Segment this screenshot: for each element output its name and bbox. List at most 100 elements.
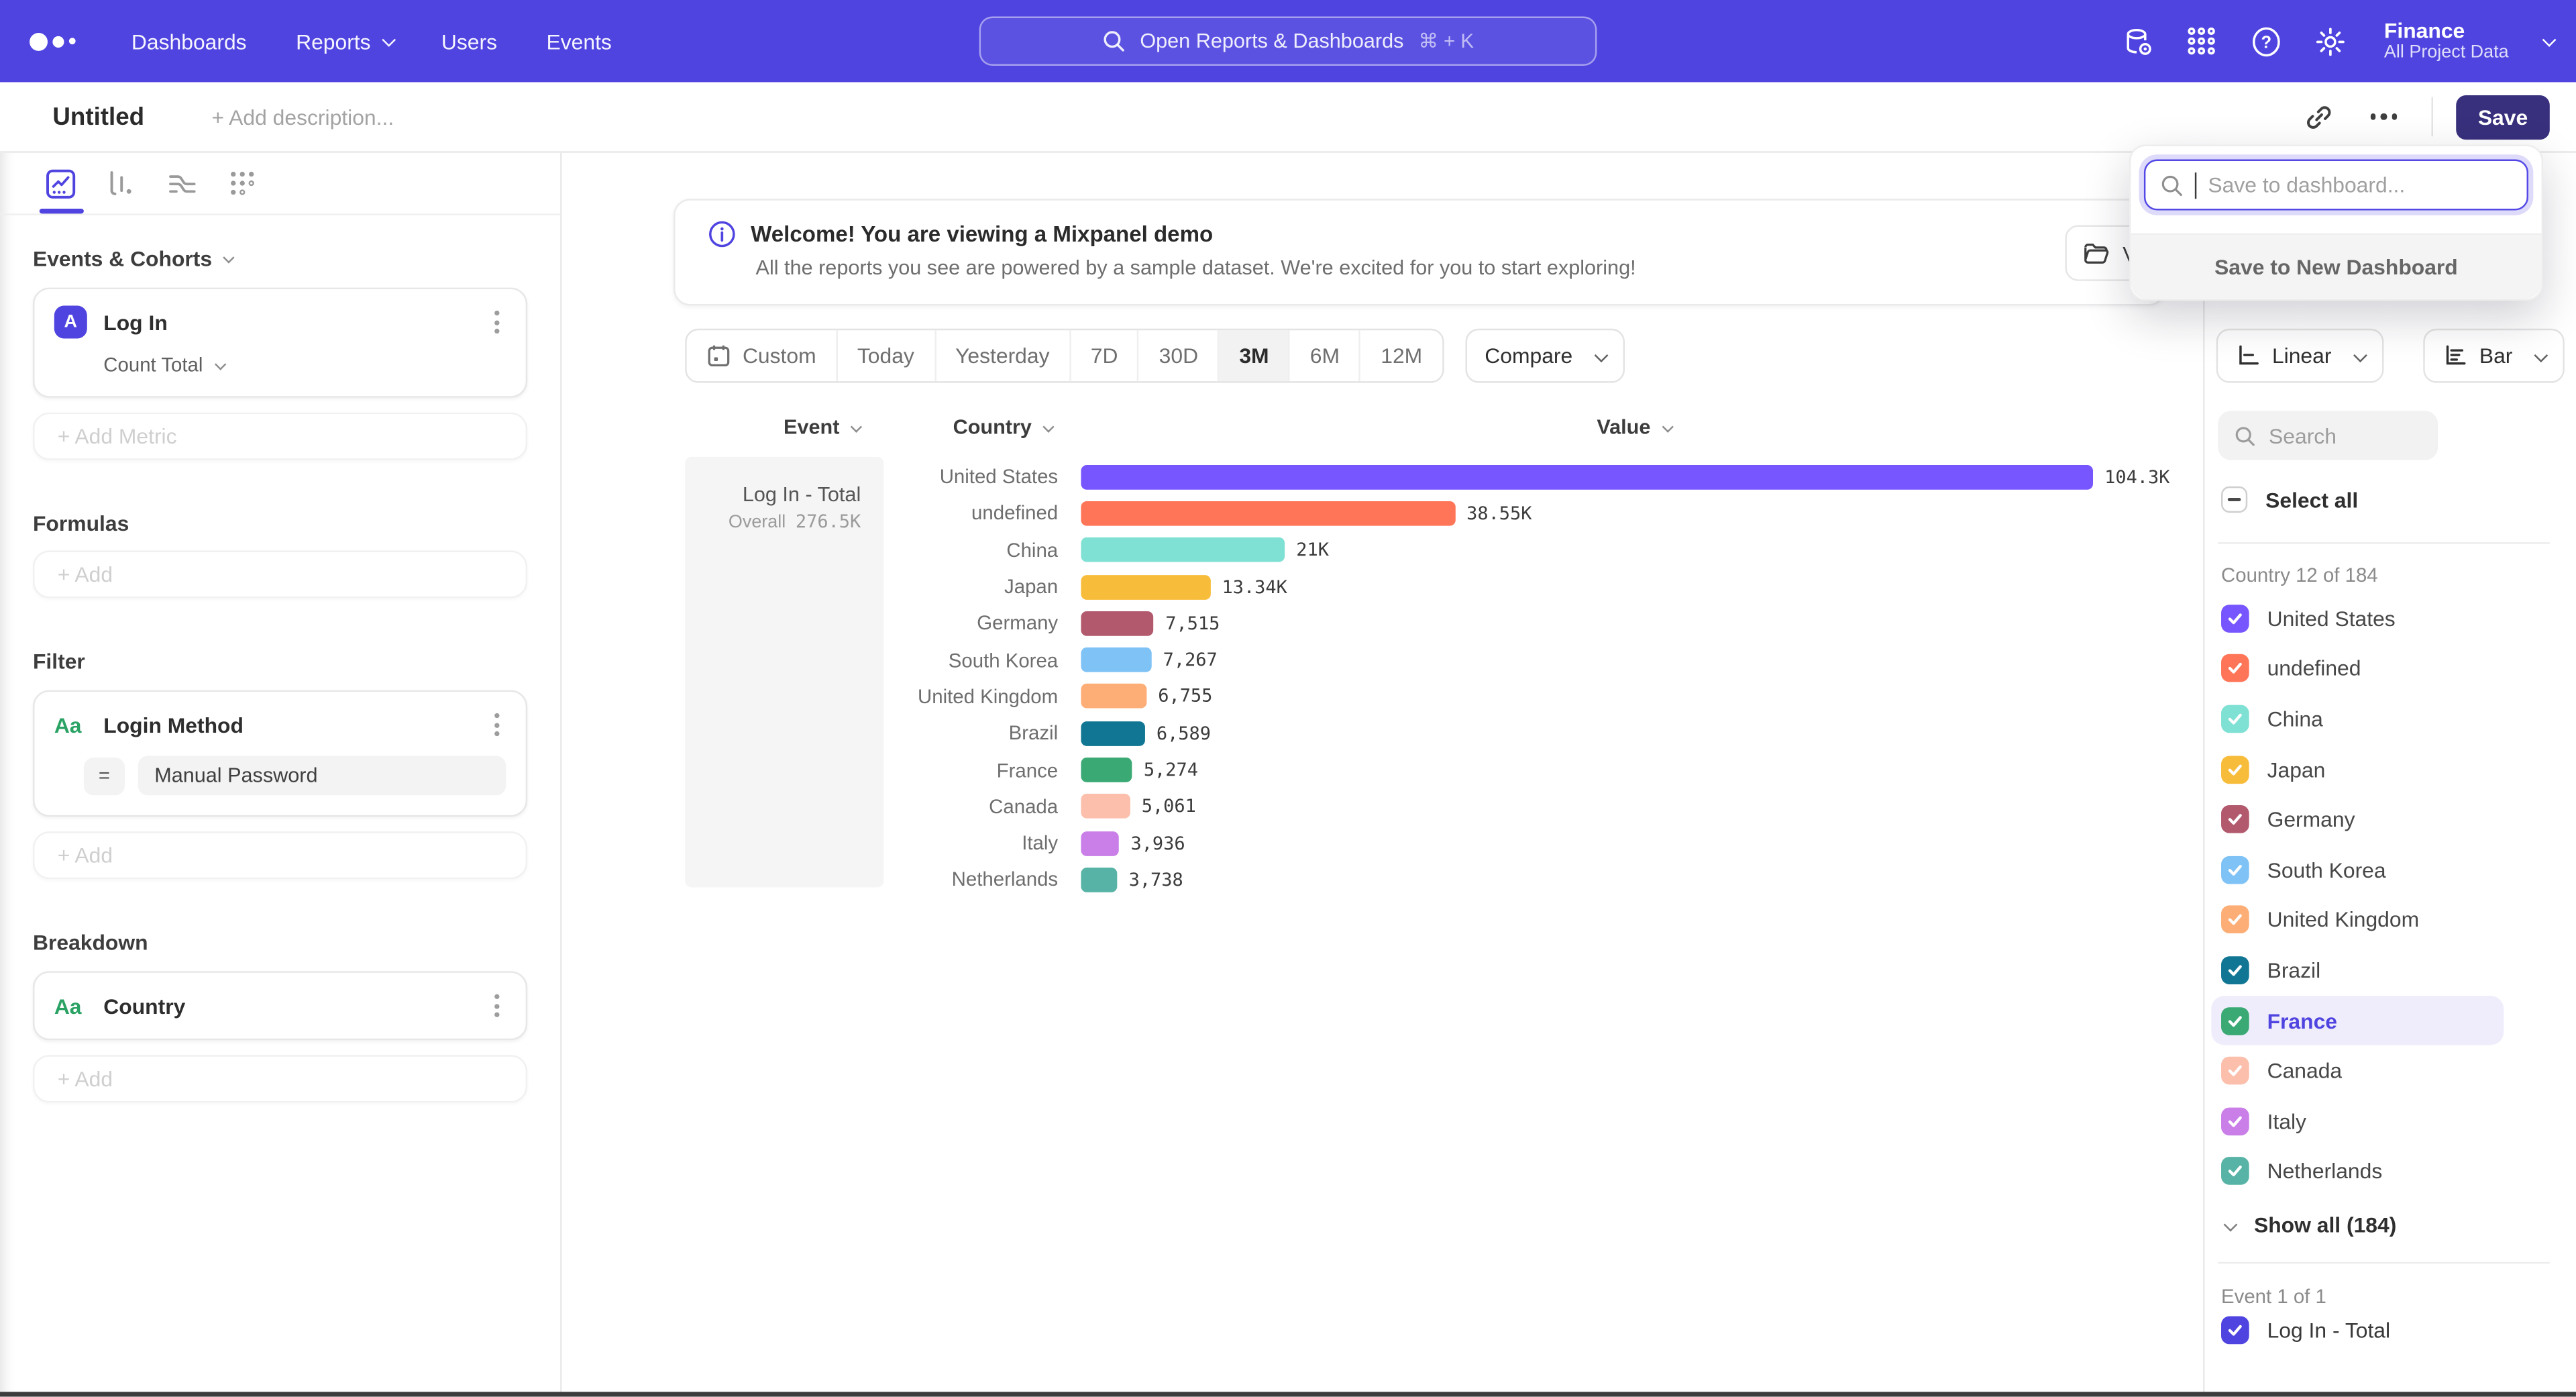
metric-aggregation-dropdown[interactable]: Count Total (103, 354, 506, 376)
compare-button[interactable]: Compare (1465, 329, 1625, 383)
filter-value-dropdown[interactable]: Manual Password (138, 756, 506, 796)
save-dashboard-search-input[interactable]: Save to dashboard... (2144, 160, 2528, 211)
chart-type-dropdown[interactable]: Bar (2424, 329, 2565, 383)
country-checkbox[interactable] (2221, 1107, 2249, 1135)
country-checkbox[interactable] (2221, 805, 2249, 833)
save-button[interactable]: Save (2456, 95, 2550, 139)
bar-segment[interactable] (1081, 501, 1455, 526)
bar-segment[interactable] (1081, 794, 1130, 819)
country-segment-united-kingdom[interactable]: United Kingdom (2211, 895, 2569, 945)
country-segment-france[interactable]: France (2211, 995, 2504, 1045)
country-segment-brazil[interactable]: Brazil (2211, 945, 2569, 996)
bar-segment[interactable] (1081, 721, 1144, 745)
bar-segment[interactable] (1081, 758, 1132, 782)
report-title[interactable]: Untitled (52, 103, 144, 131)
select-all-checkbox[interactable] (2221, 486, 2247, 513)
country-checkbox[interactable] (2221, 755, 2249, 783)
range-6m[interactable]: 6M (1290, 330, 1360, 381)
copy-link-icon[interactable] (2297, 95, 2340, 138)
scale-dropdown[interactable]: Linear (2216, 329, 2384, 383)
range-7d[interactable]: 7D (1071, 330, 1139, 381)
settings-gear-icon[interactable] (2314, 25, 2347, 58)
bar-segment[interactable] (1081, 611, 1154, 636)
country-segment-canada[interactable]: Canada (2211, 1045, 2569, 1096)
select-all-row[interactable]: Select all (2221, 486, 2358, 513)
event-column-header[interactable]: Event (685, 416, 859, 439)
country-segment-united-states[interactable]: United States (2211, 593, 2569, 643)
value-column-header[interactable]: Value (1597, 416, 1670, 439)
data-management-icon[interactable] (2121, 25, 2154, 58)
more-actions-button[interactable] (2363, 95, 2406, 138)
nav-item-reports[interactable]: Reports (296, 29, 392, 54)
country-checkbox[interactable] (2221, 906, 2249, 934)
bar-segment[interactable] (1081, 831, 1119, 856)
global-search-button[interactable]: Open Reports & Dashboards ⌘ + K (979, 16, 1597, 65)
country-checkbox[interactable] (2221, 956, 2249, 984)
bar-segment[interactable] (1081, 574, 1210, 599)
save-to-new-dashboard-button[interactable]: Save to New Dashboard (2131, 235, 2541, 299)
metric-card[interactable]: A Log In Count Total (33, 288, 527, 398)
country-segment-china[interactable]: China (2211, 694, 2569, 744)
range-yesterday[interactable]: Yesterday (936, 330, 1071, 381)
apps-grid-icon[interactable] (2186, 25, 2218, 58)
country-checkbox[interactable] (2221, 1157, 2249, 1186)
breakdown-kebab-menu[interactable] (488, 989, 506, 1022)
add-formula-button[interactable]: + Add (33, 550, 527, 598)
nav-item-dashboards[interactable]: Dashboards (131, 29, 247, 54)
country-segment-germany[interactable]: Germany (2211, 794, 2569, 845)
tab-insights-icon[interactable] (44, 164, 77, 203)
event-series-cell[interactable]: Log In - Total Overall276.5K (685, 457, 883, 888)
range-custom[interactable]: Custom (687, 330, 838, 381)
range-today[interactable]: Today (837, 330, 935, 381)
events-cohorts-header[interactable]: Events & Cohorts (33, 246, 527, 271)
country-segment-undefined[interactable]: undefined (2211, 643, 2569, 694)
event-segment-row[interactable]: Log In - Total (2221, 1316, 2390, 1345)
breakdown-card[interactable]: Aa Country (33, 971, 527, 1040)
bar-segment[interactable] (1081, 868, 1117, 892)
tab-funnels-icon[interactable] (105, 164, 138, 203)
filter-operator-dropdown[interactable]: = (84, 757, 125, 794)
range-12m[interactable]: 12M (1361, 330, 1442, 381)
country-segment-netherlands[interactable]: Netherlands (2211, 1146, 2569, 1196)
tab-retention-icon[interactable] (227, 164, 260, 203)
country-segment-italy[interactable]: Italy (2211, 1096, 2569, 1146)
metric-kebab-menu[interactable] (488, 306, 506, 339)
metric-event-name[interactable]: Log In (103, 310, 488, 335)
country-checkbox[interactable] (2221, 856, 2249, 884)
add-filter-button[interactable]: + Add (33, 831, 527, 879)
country-checkbox[interactable] (2221, 1006, 2249, 1035)
bar-segment[interactable] (1081, 464, 2093, 489)
filter-kebab-menu[interactable] (488, 709, 506, 741)
tab-flows-icon[interactable] (166, 164, 199, 203)
mixpanel-logo-icon[interactable] (30, 32, 76, 50)
project-chevron-down-icon[interactable] (2542, 33, 2557, 47)
bar-segment[interactable] (1081, 537, 1285, 562)
breakdown-property-name[interactable]: Country (103, 993, 488, 1018)
segment-search-input[interactable]: Search (2218, 411, 2438, 460)
event-segment-checkbox[interactable] (2221, 1316, 2249, 1345)
country-segment-south-korea[interactable]: South Korea (2211, 845, 2569, 895)
bar-segment[interactable] (1081, 648, 1151, 672)
add-description-field[interactable]: + Add description... (211, 105, 394, 130)
help-icon[interactable]: ? (2249, 25, 2282, 58)
country-checkbox[interactable] (2221, 705, 2249, 733)
bar-value-label: 38.55K (1466, 503, 1532, 524)
nav-item-users[interactable]: Users (441, 29, 497, 54)
range-30d[interactable]: 30D (1139, 330, 1220, 381)
country-checkbox[interactable] (2221, 655, 2249, 683)
chart-row-canada: Canada5,061 (884, 788, 2197, 825)
add-breakdown-button[interactable]: + Add (33, 1055, 527, 1102)
country-column-header[interactable]: Country (884, 416, 1052, 439)
active-tab-indicator (40, 208, 84, 214)
country-segment-japan[interactable]: Japan (2211, 744, 2569, 794)
project-switcher[interactable]: Finance All Project Data (2384, 18, 2509, 64)
filter-card[interactable]: Aa Login Method = Manual Password (33, 690, 527, 817)
filter-property-name[interactable]: Login Method (103, 713, 488, 737)
bar-segment[interactable] (1081, 684, 1146, 709)
add-metric-button[interactable]: + Add Metric (33, 413, 527, 460)
range-3m[interactable]: 3M (1220, 330, 1290, 381)
show-all-button[interactable]: Show all (184) (2224, 1212, 2396, 1237)
country-checkbox[interactable] (2221, 1057, 2249, 1085)
country-checkbox[interactable] (2221, 605, 2249, 633)
nav-item-events[interactable]: Events (547, 29, 612, 54)
